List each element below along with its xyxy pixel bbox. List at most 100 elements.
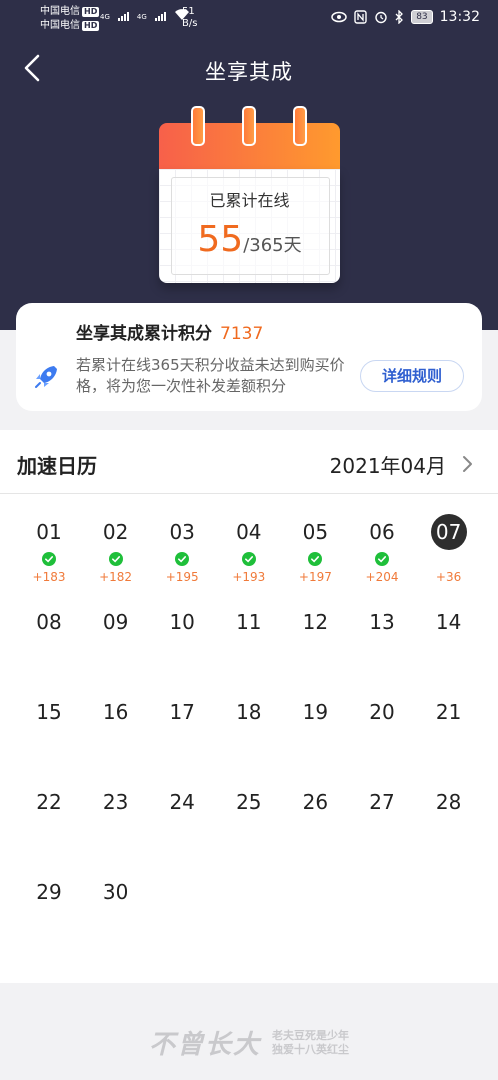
network-speed: 51 B/s [182, 6, 197, 30]
carrier-info: 中国电信 HD 中国电信 HD [40, 5, 100, 33]
day-number: 02 [102, 520, 129, 544]
signal-icon [117, 12, 129, 21]
day-number: 20 [369, 700, 395, 724]
calendar-illustration: 已累计在线 55/365天 [159, 106, 340, 283]
points-description: 若累计在线365天积分收益未达到购买价格，将为您一次性补发差额积分 [76, 356, 345, 395]
calendar-day[interactable]: 01 +183 [16, 494, 82, 584]
calendar-day[interactable]: 17 [149, 674, 215, 764]
day-points-gain: +193 [232, 570, 266, 584]
status-icons: 83 13:32 [331, 9, 480, 25]
check-circle-icon [175, 552, 190, 566]
calendar-day[interactable]: 09 [83, 584, 149, 674]
detailed-rules-button[interactable]: 详细规则 [360, 360, 464, 392]
calendar-day[interactable]: 23 [83, 764, 149, 854]
calendar-day[interactable]: 05 +197 [282, 494, 348, 584]
day-number: 15 [36, 700, 62, 724]
network-type-2: 4G [136, 13, 147, 21]
day-number: 05 [302, 520, 329, 544]
status-bar: 中国电信 HD 中国电信 HD 4G 4G 51 B/s 83 13:32 [0, 0, 498, 38]
day-number: 04 [236, 520, 262, 544]
calendar-day[interactable]: 29 [16, 854, 82, 944]
day-number: 21 [435, 700, 462, 724]
watermark-line1: 老夫豆死是少年 [272, 1028, 350, 1042]
next-month-button[interactable] [458, 452, 478, 476]
calendar-day[interactable]: 19 [282, 674, 348, 764]
rocket-icon [35, 366, 57, 388]
calendar-day[interactable]: 20 [349, 674, 415, 764]
online-days-value: 55 [197, 219, 244, 260]
day-points-gain: +195 [165, 570, 199, 584]
check-circle-icon [108, 552, 123, 566]
day-number: 25 [236, 790, 262, 814]
calendar-day[interactable]: 02 +182 [83, 494, 149, 584]
calendar-day[interactable]: 13 [349, 584, 415, 674]
month-label: 2021年04月 [329, 454, 446, 478]
calendar-day[interactable]: 04 +193 [216, 494, 282, 584]
day-number: 11 [236, 610, 262, 634]
check-circle-icon [375, 552, 389, 566]
day-number: 23 [102, 790, 129, 814]
watermark-main: 不曾长大 [148, 1030, 261, 1060]
calendar-day[interactable]: 28 [416, 764, 482, 854]
calendar-day[interactable]: 27 [349, 764, 415, 854]
calendar-day-today[interactable]: 07 +36 [416, 494, 482, 584]
day-number: 30 [102, 880, 129, 904]
calendar-day[interactable]: 12 [282, 584, 348, 674]
day-number: 28 [435, 790, 462, 814]
section-title: 加速日历 [17, 454, 97, 478]
calendar-day[interactable]: 14 [416, 584, 482, 674]
page-title: 坐享其成 [205, 60, 293, 84]
network-type-1: 4G [100, 13, 110, 21]
speed-value: 51 [182, 6, 195, 17]
day-number: 12 [302, 610, 329, 634]
points-title-text: 坐享其成累计积分 [76, 324, 212, 344]
clock-time: 13:32 [439, 9, 480, 25]
day-points-gain: +183 [32, 570, 66, 584]
online-days-total: /365天 [243, 235, 302, 256]
calendar-ring [242, 106, 256, 146]
signal-indicators: 4G 4G [100, 9, 190, 21]
day-number: 01 [36, 520, 62, 544]
calendar-day[interactable]: 10 [149, 584, 215, 674]
day-points-gain: +204 [365, 570, 399, 584]
day-number: 29 [36, 880, 62, 904]
calendar-day[interactable]: 18 [216, 674, 282, 764]
eye-icon [331, 11, 347, 23]
online-days-counter: 55/365天 [159, 219, 340, 260]
calendar-day[interactable]: 03 +195 [149, 494, 215, 584]
day-points-gain: +36 [435, 570, 462, 584]
calendar-day[interactable]: 08 [16, 584, 82, 674]
day-number: 24 [169, 790, 195, 814]
day-number: 08 [36, 610, 62, 634]
day-number: 07 [430, 514, 467, 550]
day-number: 03 [169, 520, 195, 544]
carrier-1: 中国电信 [40, 6, 80, 17]
day-number: 13 [369, 610, 395, 634]
day-number: 09 [102, 610, 129, 634]
calendar-day[interactable]: 30 [83, 854, 149, 944]
online-label: 已累计在线 [209, 191, 290, 210]
points-card-title: 坐享其成累计积分 7137 [76, 319, 263, 344]
day-number: 19 [302, 700, 329, 724]
calendar-ring [293, 106, 307, 146]
calendar-day[interactable]: 16 [83, 674, 149, 764]
calendar-day[interactable]: 06 +204 [349, 494, 415, 584]
day-number: 18 [236, 700, 262, 724]
day-number: 16 [102, 700, 129, 724]
watermark-line2: 独爱十八英红尘 [272, 1042, 350, 1056]
bluetooth-icon [395, 10, 404, 24]
nfc-icon [354, 10, 367, 24]
calendar-day[interactable]: 22 [16, 764, 82, 854]
accelerate-calendar: 加速日历 2021年04月 01 +183 02 +182 03 +195 04 +193 05… [0, 430, 498, 983]
calendar-day[interactable]: 25 [216, 764, 282, 854]
day-number: 27 [369, 790, 395, 814]
calendar-day[interactable]: 24 [149, 764, 215, 854]
calendar-day[interactable]: 11 [216, 584, 282, 674]
calendar-day[interactable]: 26 [282, 764, 348, 854]
check-circle-icon [42, 552, 56, 566]
check-circle-icon [241, 552, 256, 566]
calendar-day[interactable]: 21 [416, 674, 482, 764]
day-number: 06 [369, 520, 395, 544]
points-card: 坐享其成累计积分 7137 若累计在线365天积分收益未达到购买价格，将为您一次性… [16, 303, 482, 411]
calendar-day[interactable]: 15 [16, 674, 82, 764]
